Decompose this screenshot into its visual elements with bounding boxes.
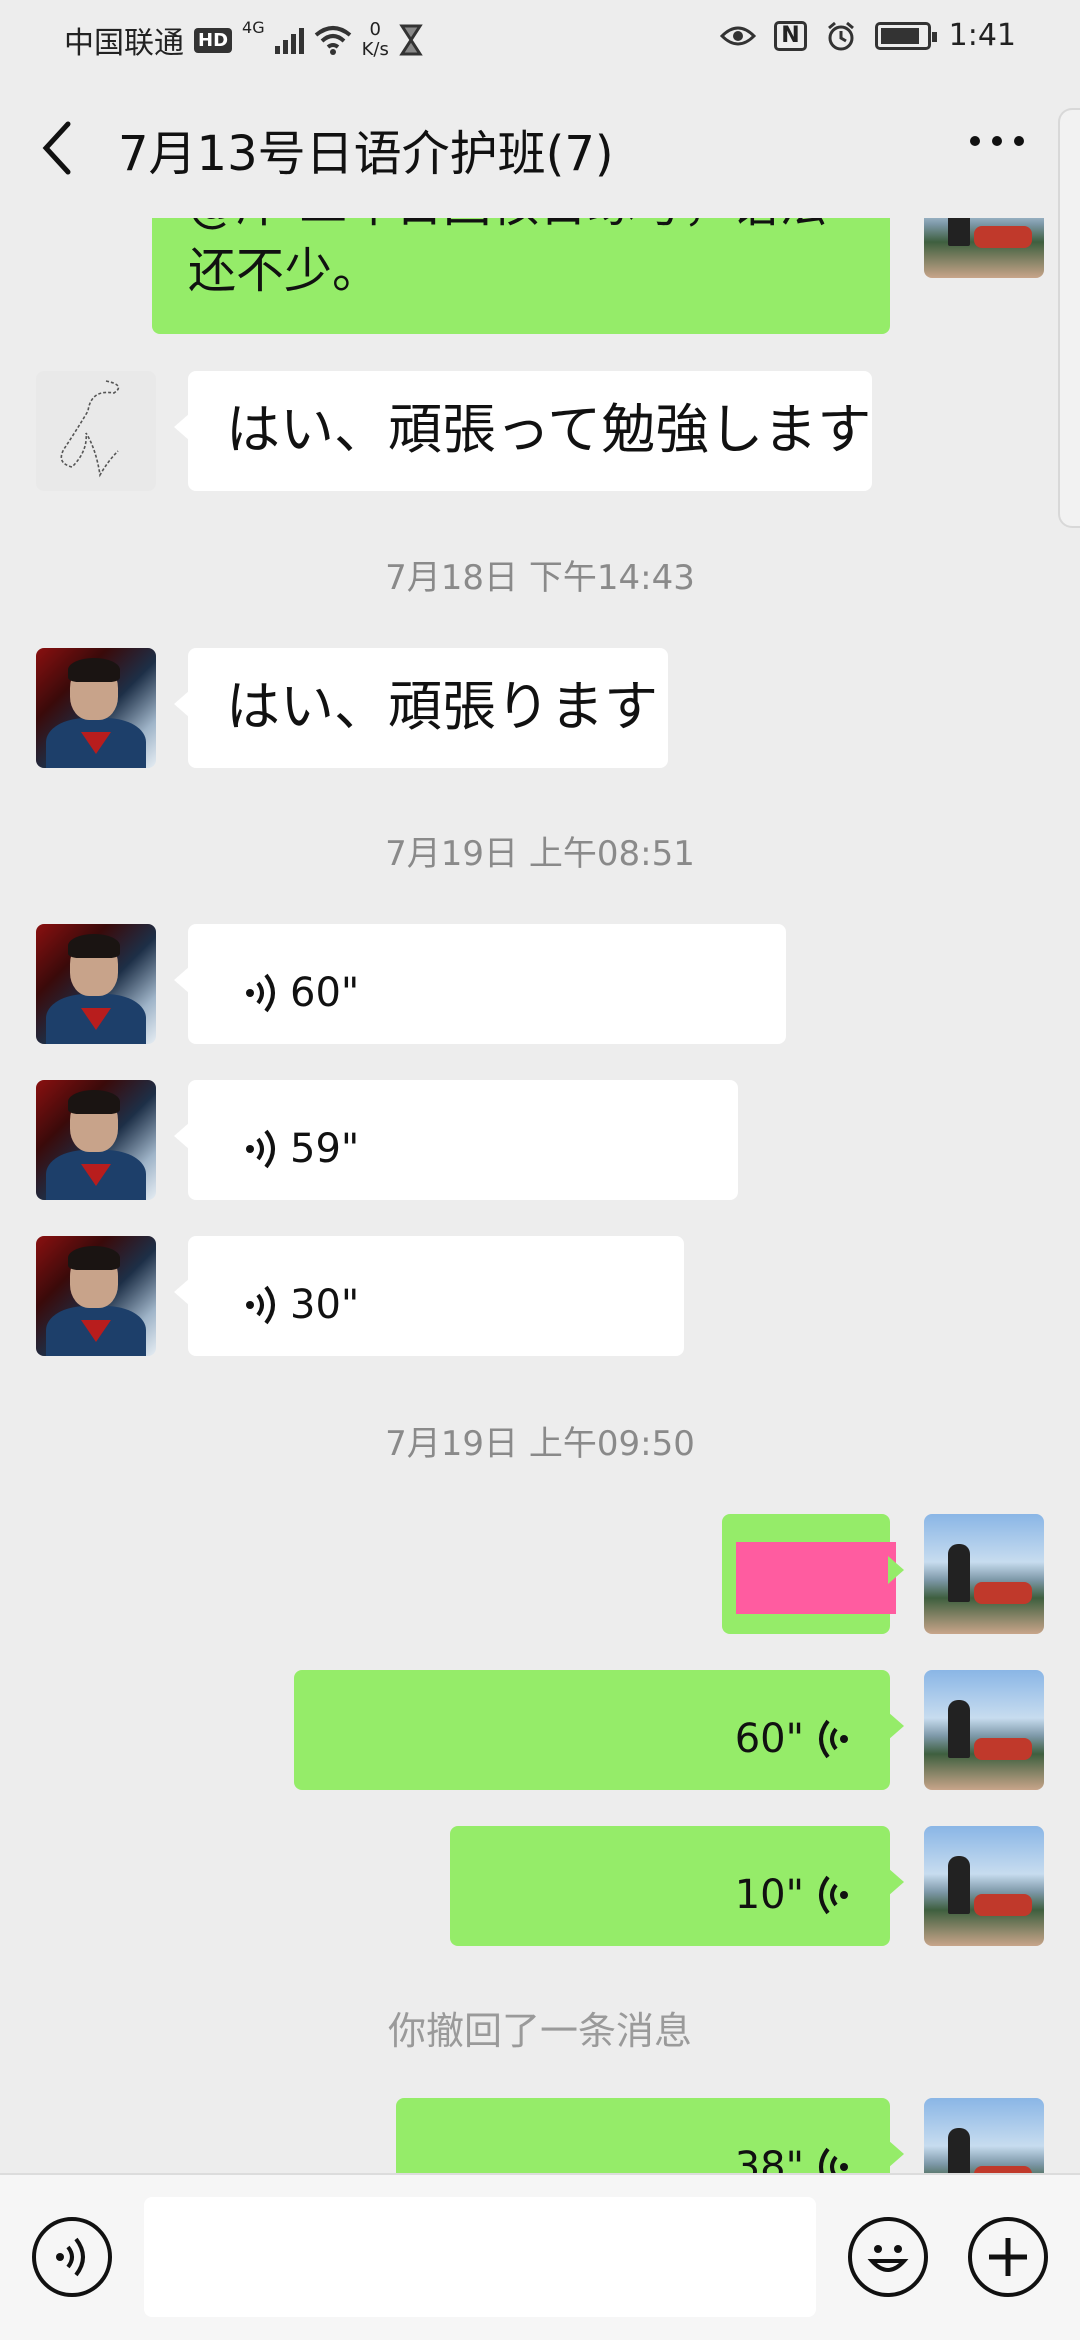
status-bar: 中国联通 HD 4G 0 K/s N 1:41 bbox=[0, 0, 1080, 76]
voice-wave-icon bbox=[819, 1875, 848, 1915]
net-speed: 0 K/s bbox=[362, 20, 389, 60]
voice-message-incoming[interactable]: 59" bbox=[174, 1080, 738, 1200]
voice-wave-icon bbox=[819, 2147, 848, 2173]
more-options-icon[interactable] bbox=[970, 136, 1024, 146]
voice-message-incoming[interactable]: 60" bbox=[174, 924, 786, 1044]
voice-wave-icon bbox=[246, 1285, 275, 1325]
avatar-self[interactable] bbox=[924, 1514, 1044, 1634]
message-bubble-incoming-text[interactable]: はい、頑張ります bbox=[174, 648, 668, 768]
voice-duration: 60" bbox=[290, 970, 360, 1016]
avatar-self[interactable] bbox=[924, 2098, 1044, 2173]
voice-message-incoming[interactable]: 30" bbox=[174, 1236, 684, 1356]
voice-duration: 59" bbox=[290, 1126, 360, 1172]
avatar-self[interactable] bbox=[924, 1826, 1044, 1946]
voice-duration: 30" bbox=[290, 1282, 360, 1328]
network-type: 4G bbox=[242, 18, 265, 37]
avatar-sender-sketch[interactable] bbox=[36, 371, 156, 491]
voice-wave-icon bbox=[246, 973, 275, 1013]
back-arrow-icon[interactable] bbox=[38, 118, 78, 178]
battery-icon bbox=[874, 21, 937, 50]
timestamp: 7月19日 上午09:50 bbox=[385, 1424, 695, 1464]
timestamp: 7月19日 上午08:51 bbox=[385, 834, 695, 874]
avatar-sender-superman[interactable] bbox=[36, 924, 156, 1044]
timestamp: 7月18日 下午14:43 bbox=[385, 558, 695, 598]
net-speed-value: 0 bbox=[369, 19, 381, 40]
input-bar bbox=[0, 2173, 1080, 2340]
avatar-sender-superman[interactable] bbox=[36, 1236, 156, 1356]
nfc-icon: N bbox=[774, 20, 807, 51]
emoji-icon bbox=[867, 2245, 909, 2272]
plus-icon bbox=[989, 2238, 1027, 2276]
message-text: はい、頑張ります bbox=[226, 675, 658, 738]
message-bubble-outgoing-text[interactable]: @岸 二年日回核日琢号，语法 还不少。 bbox=[152, 218, 890, 334]
message-list[interactable]: @岸 二年日回核日琢号，语法 还不少。 はい、頑張って勉強します 7月18日 下… bbox=[0, 218, 1080, 2173]
avatar-self[interactable] bbox=[924, 218, 1044, 278]
voice-wave-icon bbox=[819, 1719, 848, 1759]
hourglass-icon bbox=[399, 24, 423, 56]
eye-icon bbox=[720, 26, 757, 45]
voice-duration: 60" bbox=[734, 1716, 804, 1762]
net-speed-unit: K/s bbox=[361, 39, 389, 60]
voice-message-outgoing[interactable]: 10" bbox=[450, 1826, 904, 1946]
message-text: はい、頑張って勉強します bbox=[226, 398, 872, 461]
avatar-sender-superman[interactable] bbox=[36, 648, 156, 768]
avatar-sender-superman[interactable] bbox=[36, 1080, 156, 1200]
emoji-button[interactable] bbox=[848, 2217, 928, 2297]
chat-header: 7月13号日语介护班(7) bbox=[0, 76, 1080, 218]
voice-duration: 10" bbox=[734, 1872, 804, 1918]
message-bubble-outgoing-redacted[interactable] bbox=[722, 1514, 904, 1634]
voice-duration: 38" bbox=[734, 2144, 804, 2173]
recall-notice: 你撤回了一条消息 bbox=[387, 2009, 692, 2053]
voice-message-outgoing[interactable]: 60" bbox=[294, 1670, 904, 1790]
redaction-block bbox=[736, 1542, 896, 1614]
hd-badge: HD bbox=[194, 27, 233, 53]
voice-message-outgoing[interactable]: 38" bbox=[396, 2098, 904, 2173]
voice-mode-icon bbox=[56, 2237, 85, 2277]
message-bubble-incoming-text[interactable]: はい、頑張って勉強します bbox=[174, 371, 872, 491]
message-text-line: @岸 二年日回核日琢号，语法 bbox=[188, 218, 827, 238]
clock: 1:41 bbox=[948, 18, 1016, 53]
plus-button[interactable] bbox=[968, 2217, 1048, 2297]
alarm-icon bbox=[827, 21, 854, 50]
message-input[interactable] bbox=[144, 2197, 816, 2317]
message-text-line: 还不少。 bbox=[188, 243, 381, 299]
status-right: N 1:41 bbox=[720, 18, 1016, 53]
chat-title: 7月13号日语介护班(7) bbox=[118, 126, 614, 182]
voice-wave-icon bbox=[246, 1129, 275, 1169]
signal-icon bbox=[274, 26, 304, 54]
avatar-self[interactable] bbox=[924, 1670, 1044, 1790]
carrier-label: 中国联通 bbox=[64, 26, 184, 61]
status-left: 中国联通 HD 4G 0 K/s bbox=[64, 18, 423, 62]
wifi-icon bbox=[314, 26, 351, 55]
voice-mode-button[interactable] bbox=[32, 2217, 112, 2297]
